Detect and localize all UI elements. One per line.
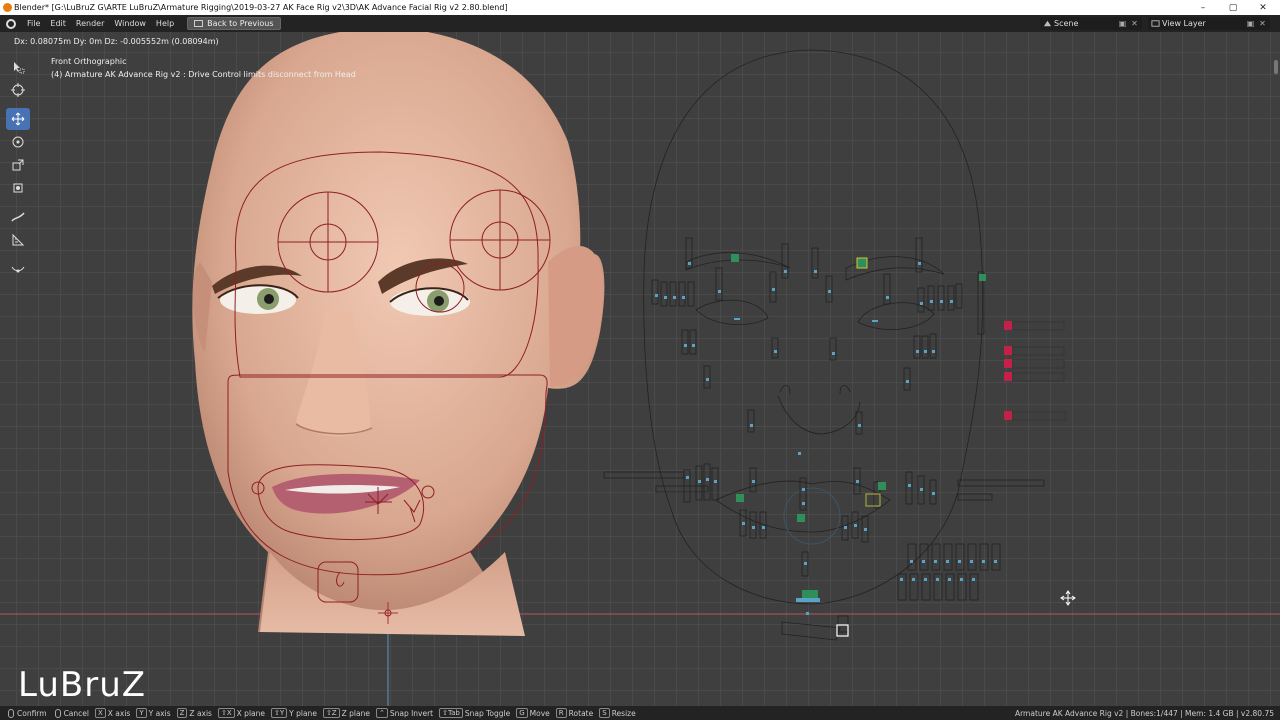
annotate-tool[interactable] xyxy=(6,206,30,228)
key-x: X xyxy=(94,708,106,718)
mouse-cursor-icon xyxy=(1060,590,1076,606)
control-rig xyxy=(603,49,1067,641)
side-sliders xyxy=(1011,321,1067,421)
key-shift-tab: ⇧Tab xyxy=(439,708,463,718)
status-snap-invert: Snap Invert xyxy=(389,708,434,718)
key-shift-z: ⇧Z xyxy=(322,708,340,718)
back-to-previous-button[interactable]: Back to Previous xyxy=(187,17,281,30)
measure-icon xyxy=(12,233,25,246)
select-box-tool[interactable] xyxy=(6,56,30,78)
rotate-tool[interactable] xyxy=(6,131,30,153)
menu-window[interactable]: Window xyxy=(109,19,151,28)
transform-tool[interactable] xyxy=(6,177,30,199)
new-scene-icon[interactable]: ▣ xyxy=(1118,19,1127,28)
scene-icon xyxy=(1043,20,1052,27)
new-view-layer-icon[interactable]: ▣ xyxy=(1246,19,1255,28)
measure-tool[interactable] xyxy=(6,229,30,251)
menu-edit[interactable]: Edit xyxy=(45,19,71,28)
key-r: R xyxy=(555,708,567,718)
bone-handles xyxy=(655,254,1012,637)
transform-icon xyxy=(13,183,23,193)
left-mouse-icon xyxy=(8,708,14,718)
viewport-scrollbar[interactable] xyxy=(1274,60,1278,74)
back-to-previous-label: Back to Previous xyxy=(207,19,274,28)
menu-render[interactable]: Render xyxy=(71,19,109,28)
status-confirm: Confirm xyxy=(17,708,47,718)
right-mouse-icon xyxy=(54,708,61,718)
status-y-axis: Y axis xyxy=(148,708,171,718)
3d-viewport[interactable]: Dx: 0.08075m Dy: 0m Dz: -0.005552m (0.08… xyxy=(0,32,1280,706)
status-y-plane: Y plane xyxy=(289,708,317,718)
menu-help[interactable]: Help xyxy=(151,19,179,28)
transform-delta-readout: Dx: 0.08075m Dy: 0m Dz: -0.005552m (0.08… xyxy=(14,37,219,46)
status-cancel: Cancel xyxy=(63,708,89,718)
bone-shapes-right xyxy=(837,237,1045,633)
maximize-button[interactable]: ▢ xyxy=(1220,0,1246,15)
scene-selector[interactable]: Scene ▣ ✕ xyxy=(1040,17,1142,30)
status-x-plane: X plane xyxy=(236,708,265,718)
edge-slide-tool[interactable] xyxy=(6,258,30,280)
scale-icon xyxy=(12,159,24,171)
viewport-view-name: Front Orthographic xyxy=(51,57,127,66)
window-title: Blender* [G:\LuBruZ G\ARTE LuBruZ\Armatu… xyxy=(14,3,508,12)
tool-shelf xyxy=(6,56,32,281)
edge-slide-icon xyxy=(11,266,25,273)
status-move: Move xyxy=(529,708,550,718)
key-s: S xyxy=(599,708,610,718)
status-z-axis: Z axis xyxy=(189,708,212,718)
select-box-icon xyxy=(14,62,25,74)
rotate-icon xyxy=(12,136,24,148)
key-ctrl: ⌃ xyxy=(375,708,388,718)
minimize-button[interactable]: – xyxy=(1190,0,1216,15)
status-snap-toggle: Snap Toggle xyxy=(464,708,511,718)
close-button[interactable]: ✕ xyxy=(1250,0,1276,15)
annotate-icon xyxy=(11,212,25,222)
screen-icon xyxy=(194,20,204,27)
move-tool[interactable] xyxy=(6,108,30,130)
menu-file[interactable]: File xyxy=(22,19,45,28)
status-z-plane: Z plane xyxy=(341,708,370,718)
viewport-object-info: (4) Armature AK Advance Rig v2 : Drive C… xyxy=(51,70,356,79)
window-titlebar: Blender* [G:\LuBruZ G\ARTE LuBruZ\Armatu… xyxy=(0,0,1280,15)
lubruz-watermark: LuBruZ xyxy=(18,665,147,705)
scale-tool[interactable] xyxy=(6,154,30,176)
key-shift-y: ⇧Y xyxy=(271,708,288,718)
status-x-axis: X axis xyxy=(107,708,131,718)
view-layer-selector[interactable]: View Layer ▣ ✕ xyxy=(1148,17,1270,30)
cursor-tool[interactable] xyxy=(6,79,30,101)
delete-scene-icon[interactable]: ✕ xyxy=(1130,19,1139,28)
delete-view-layer-icon[interactable]: ✕ xyxy=(1258,19,1267,28)
status-rotate: Rotate xyxy=(568,708,594,718)
blender-menu-icon[interactable] xyxy=(0,18,22,29)
head-mesh xyxy=(192,32,605,636)
move-icon xyxy=(11,112,25,126)
key-g: G xyxy=(516,708,528,718)
key-z: Z xyxy=(176,708,188,718)
scene-canvas xyxy=(0,32,1280,706)
status-resize: Resize xyxy=(611,708,636,718)
status-info: Armature AK Advance Rig v2 | Bones:1/447… xyxy=(1014,708,1274,718)
cursor-icon xyxy=(11,83,25,97)
key-y: Y xyxy=(136,708,147,718)
status-bar: Confirm Cancel XX axis YY axis ZZ axis ⇧… xyxy=(0,706,1280,720)
view-layer-icon xyxy=(1151,20,1160,27)
key-shift-x: ⇧X xyxy=(217,708,235,718)
blender-logo-icon xyxy=(3,3,12,12)
